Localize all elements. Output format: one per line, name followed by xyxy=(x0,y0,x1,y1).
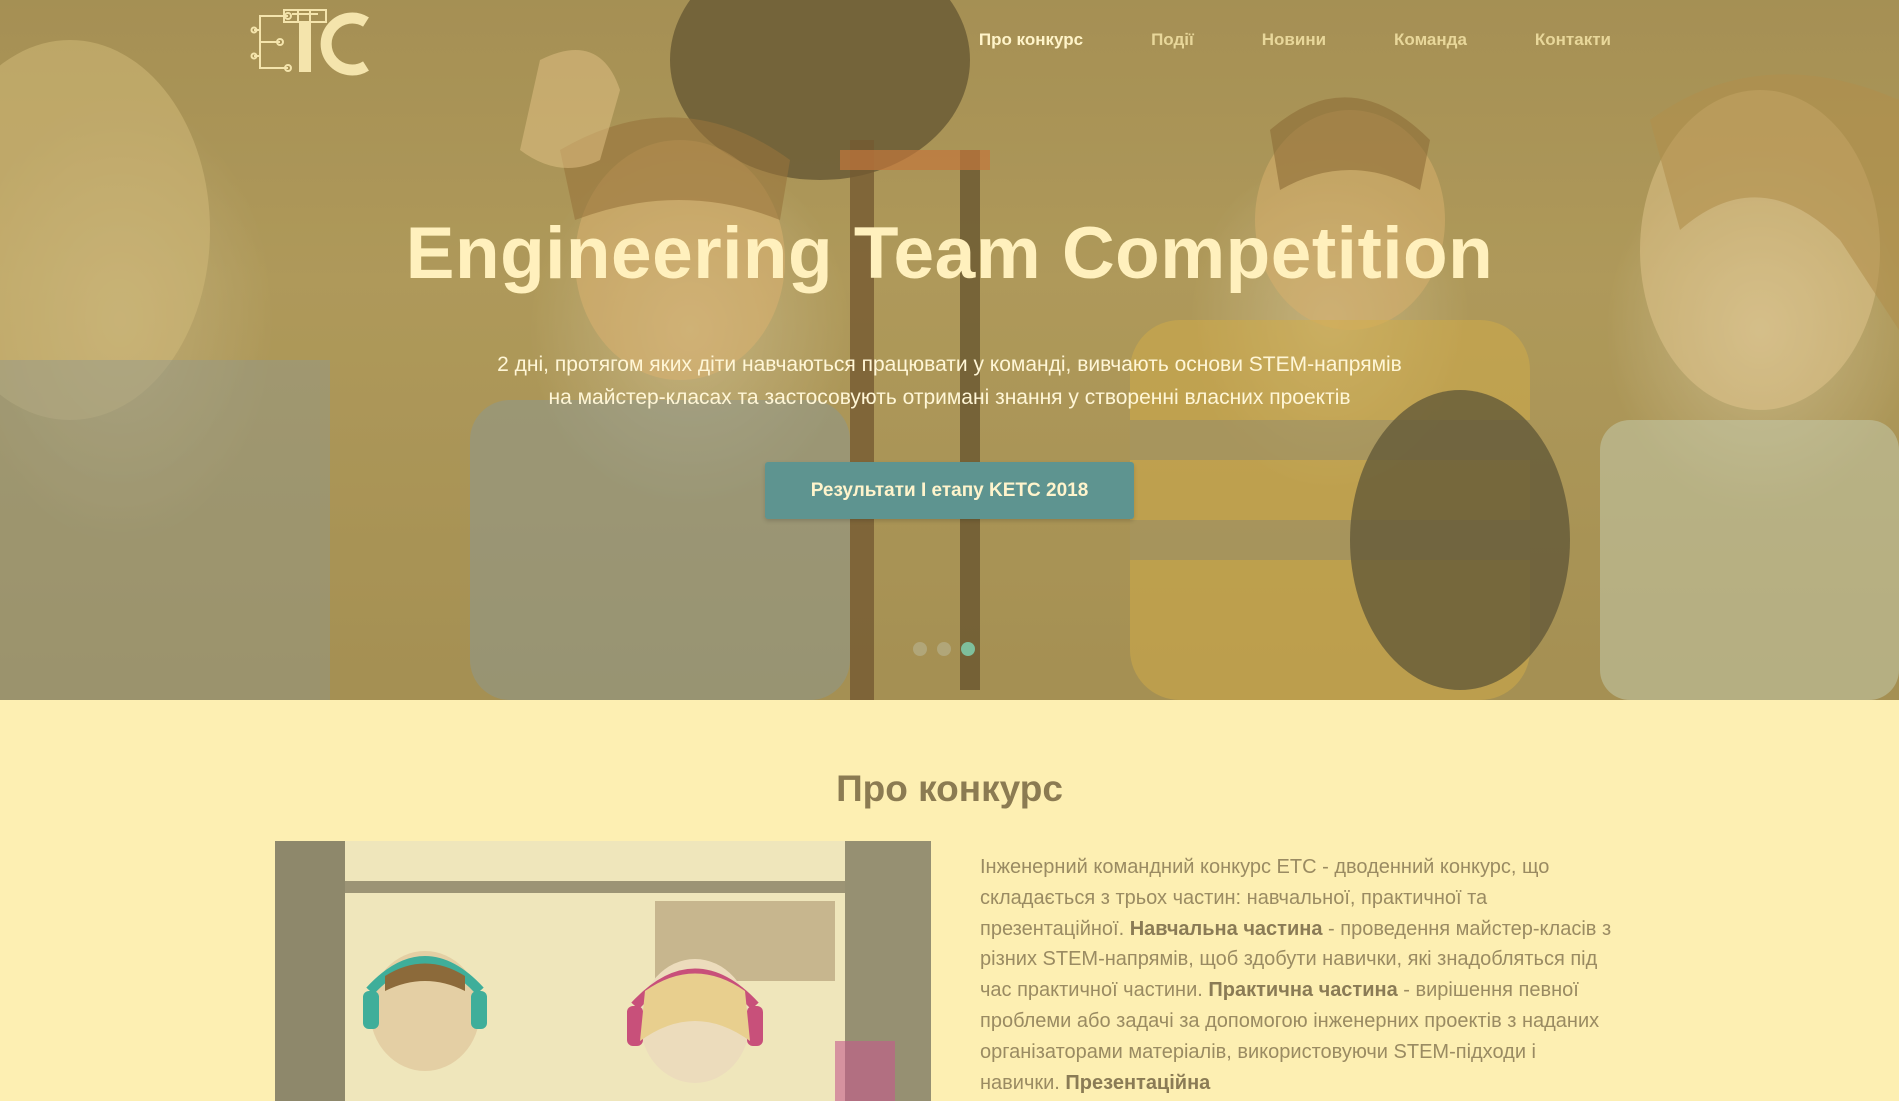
nav-item-about[interactable]: Про конкурс xyxy=(979,30,1083,50)
results-button[interactable]: Результати I етапу KETC 2018 xyxy=(765,462,1134,519)
hero-subtitle-line-1: 2 дні, протягом яких діти навчаються пра… xyxy=(497,353,1402,376)
hero-subtitle-line-2: на майстер-класах та застосовують отрима… xyxy=(548,386,1351,409)
hero-subtitle: 2 дні, протягом яких діти навчаються пра… xyxy=(0,348,1899,414)
nav-item-news[interactable]: Новини xyxy=(1262,30,1326,50)
about-bold-presentation: Презентаційна xyxy=(1065,1071,1211,1094)
etc-logo[interactable] xyxy=(248,6,376,80)
hero-title: Engineering Team Competition xyxy=(405,213,1494,294)
about-photo xyxy=(275,841,931,1101)
nav-item-contacts[interactable]: Контакти xyxy=(1535,30,1611,50)
carousel-dot-3[interactable] xyxy=(961,642,975,656)
carousel-dot-2[interactable] xyxy=(937,642,951,656)
main-nav: Про конкурс Події Новини Команда Контакт… xyxy=(911,30,1611,50)
about-bold-practical: Практична частина xyxy=(1208,979,1398,1002)
nav-item-events[interactable]: Події xyxy=(1151,30,1194,50)
about-bold-learning: Навчальна частина xyxy=(1129,917,1323,940)
about-description: Інженерний командний конкурс ETC - дводе… xyxy=(980,852,1620,1098)
carousel-indicators xyxy=(913,642,975,656)
hero-section: Про конкурс Події Новини Команда Контакт… xyxy=(0,0,1899,700)
carousel-dot-1[interactable] xyxy=(913,642,927,656)
about-section-title: Про конкурс xyxy=(836,768,1063,809)
nav-item-team[interactable]: Команда xyxy=(1394,30,1467,50)
